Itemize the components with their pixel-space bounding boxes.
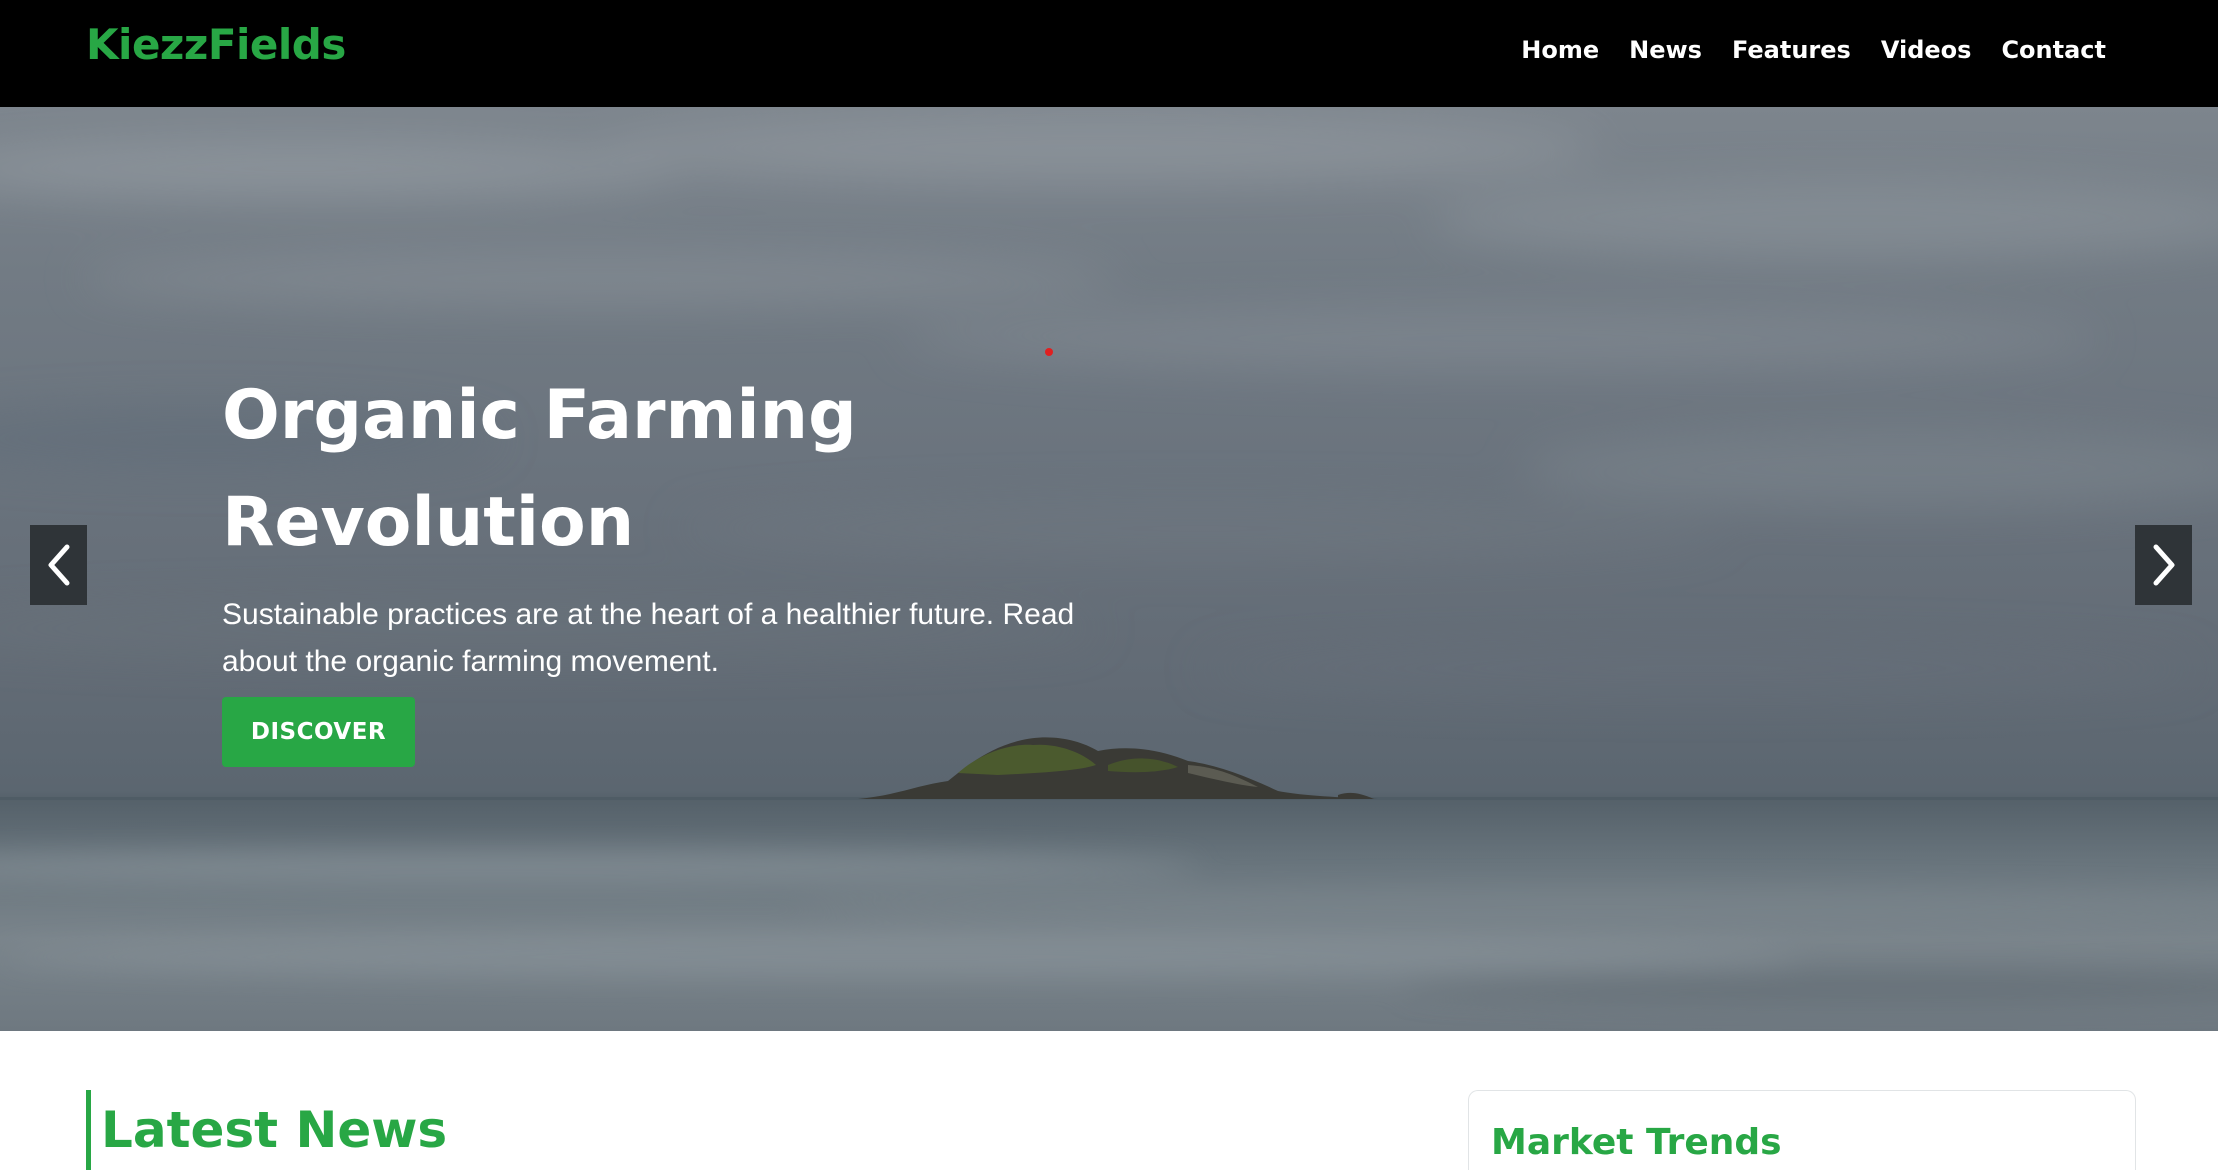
latest-news-heading: Latest News — [101, 1101, 448, 1159]
nav-link-contact[interactable]: Contact — [2001, 30, 2106, 70]
chevron-left-icon — [48, 544, 69, 586]
main-nav: Home News Features Videos Contact — [1521, 30, 2106, 70]
chevron-right-icon — [2153, 544, 2174, 586]
discover-button[interactable]: DISCOVER — [222, 697, 415, 767]
market-trends-heading: Market Trends — [1491, 1122, 1782, 1163]
nav-link-features[interactable]: Features — [1732, 30, 1851, 70]
latest-news-section: Latest News — [86, 1090, 447, 1170]
cursor-dot — [1045, 348, 1053, 356]
market-trends-card: Market Trends — [1468, 1090, 2136, 1170]
nav-link-videos[interactable]: Videos — [1881, 30, 1972, 70]
carousel-prev-button[interactable] — [30, 525, 87, 605]
carousel-next-button[interactable] — [2135, 525, 2192, 605]
hero-title: Organic Farming Revolution — [222, 376, 857, 562]
hero-background-water — [0, 797, 2218, 1003]
nav-link-home[interactable]: Home — [1521, 30, 1599, 70]
island-image — [858, 737, 1378, 799]
top-navbar: KiezzFields Home News Features Videos Co… — [0, 0, 2218, 107]
hero-description: Sustainable practices are at the heart o… — [222, 598, 1075, 678]
brand-logo[interactable]: KiezzFields — [86, 24, 346, 66]
hero-carousel: Organic Farming Revolution Sustainable p… — [0, 107, 2218, 1031]
nav-link-news[interactable]: News — [1629, 30, 1702, 70]
